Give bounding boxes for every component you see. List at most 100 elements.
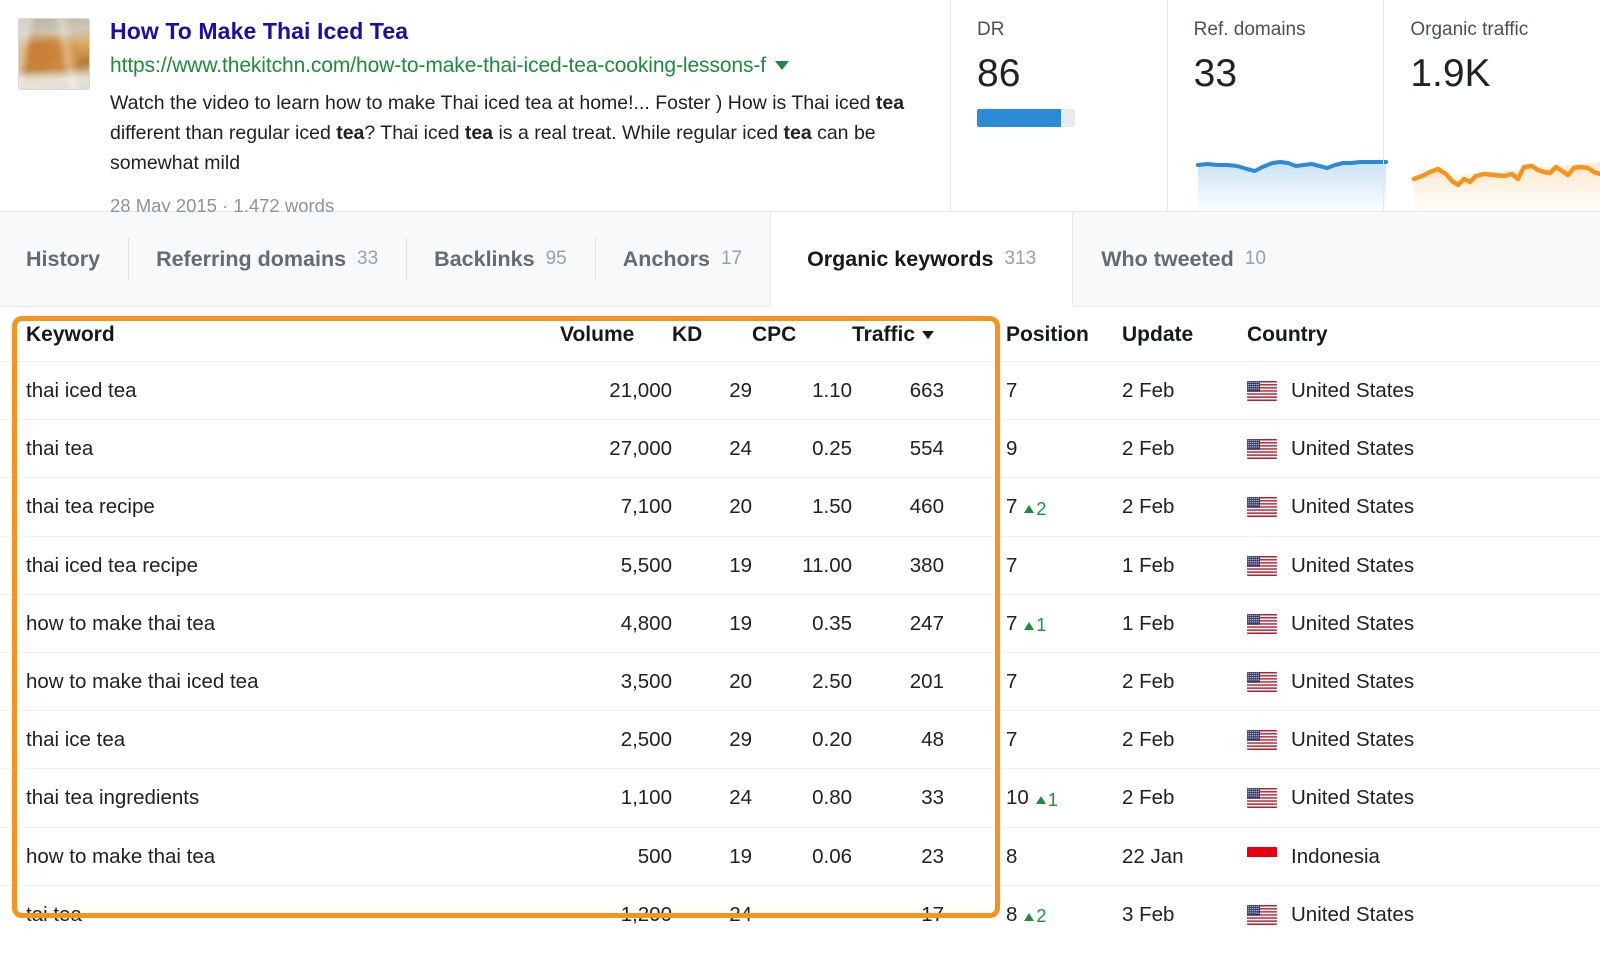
cell-volume: 27,000	[560, 419, 672, 478]
cell-keyword[interactable]: how to make thai tea	[0, 827, 560, 886]
column-header-keyword[interactable]: Keyword	[0, 307, 560, 362]
cell-keyword[interactable]: tai tea	[0, 885, 560, 943]
metric-ref-domains-label: Ref. domains	[1193, 19, 1306, 40]
cell-country: United States	[1247, 477, 1600, 537]
position-delta-value: 1	[1036, 615, 1047, 635]
cell-cpc: 0.20	[752, 710, 852, 769]
tab-organic-keywords[interactable]: Organic keywords 313	[770, 212, 1074, 307]
table-row[interactable]: tai tea 1,200 24 — 17 8 2 3 Feb United States	[0, 885, 1600, 943]
column-header-position[interactable]: Position	[984, 307, 1122, 362]
table-row[interactable]: thai tea 27,000 24 0.25 554 9 2 Feb United Stat…	[0, 419, 1600, 478]
country-cell: United States	[1247, 554, 1600, 578]
cell-traffic: 201	[852, 652, 962, 711]
cell-volume: 1,200	[620, 902, 672, 926]
country-name: United States	[1291, 728, 1415, 751]
cell-cpc: 1.50	[752, 477, 852, 537]
position-delta-value: 1	[1047, 789, 1058, 810]
cell-kd: 29	[672, 710, 752, 769]
arrow-up-icon	[1024, 505, 1035, 513]
cell-volume: 21,000	[560, 361, 672, 420]
table-row[interactable]: how to make thai iced tea 3,500 20 2.50 201 7…	[0, 652, 1600, 711]
metric-dr: DR 86	[950, 0, 1167, 211]
cell-update: 2 Feb	[1122, 477, 1247, 537]
position-delta: 2	[1024, 906, 1046, 927]
table-row[interactable]: how to make thai tea 500 19 0.06 23 8 22 Jan In…	[0, 827, 1600, 886]
cell-keyword[interactable]: thai tea ingredients	[0, 768, 560, 828]
column-header-kd[interactable]: KD	[672, 307, 752, 362]
position-value: 8	[1006, 844, 1018, 868]
country-name: United States	[1291, 437, 1415, 460]
cell-keyword[interactable]: how to make thai tea	[0, 594, 560, 653]
cell-update: 3 Feb	[1122, 902, 1175, 926]
tab-who-tweeted[interactable]: Who tweeted 10	[1073, 212, 1294, 306]
column-header-traffic[interactable]: Traffic	[852, 307, 962, 362]
cell-keyword[interactable]: thai ice tea	[0, 710, 560, 769]
column-header-country[interactable]: Country	[1247, 307, 1600, 362]
cell-position: 8	[984, 827, 1122, 886]
table-row[interactable]: thai iced tea 21,000 29 1.10 663 7 2 Feb United…	[0, 361, 1600, 420]
tab-label: History	[26, 246, 101, 271]
table-row[interactable]: thai iced tea recipe 5,500 19 11.00 380 7 1 Fe…	[0, 536, 1600, 595]
cell-update: 22 Jan	[1122, 827, 1247, 886]
cell-keyword[interactable]: thai tea	[0, 419, 560, 478]
cell-cpc: 0.06	[752, 827, 852, 886]
country-cell: United States	[1247, 670, 1600, 694]
cell-kd: 24	[729, 902, 752, 926]
cell-traffic: 33	[852, 768, 962, 828]
cell-position: 7	[984, 361, 1122, 420]
tab-referring-domains[interactable]: Referring domains 33	[128, 212, 406, 306]
tab-backlinks[interactable]: Backlinks 95	[406, 212, 595, 306]
metric-organic-traffic: Organic traffic 1.9K	[1383, 0, 1600, 211]
cell-gap	[962, 419, 984, 478]
country-name: Indonesia	[1291, 844, 1380, 868]
column-header-volume[interactable]: Volume	[560, 307, 672, 362]
chevron-down-icon[interactable]	[775, 61, 790, 70]
cell-gap	[962, 710, 984, 769]
organic-keywords-table: Keyword Volume KD CPC Traffic Position U…	[0, 307, 1600, 943]
snippet-highlight: tea	[336, 122, 365, 144]
tab-count: 10	[1244, 248, 1266, 269]
column-header-cpc[interactable]: CPC	[752, 307, 852, 362]
table-row[interactable]: thai tea recipe 7,100 20 1.50 460 7 2 2 Feb Unit…	[0, 477, 1600, 537]
cell-keyword[interactable]: thai iced tea recipe	[0, 536, 560, 595]
position-value: 10	[1006, 786, 1029, 809]
cell-kd: 29	[672, 361, 752, 420]
cell-keyword[interactable]: thai tea recipe	[0, 477, 560, 537]
column-header-traffic-label: Traffic	[852, 323, 916, 346]
cell-position: 82	[984, 885, 1122, 943]
cell-keyword[interactable]: thai iced tea	[0, 361, 560, 420]
sort-desc-icon[interactable]	[922, 331, 935, 339]
position-value: 7	[1006, 379, 1018, 402]
cell-position: 71	[984, 594, 1122, 653]
snippet-text: different than regular iced	[110, 122, 337, 144]
cell-kd: 24	[672, 419, 752, 478]
cell-traffic: 247	[852, 594, 962, 653]
cell-keyword[interactable]: how to make thai iced tea	[0, 652, 560, 711]
cell-position: 10 1	[984, 768, 1122, 828]
table-row[interactable]: thai tea ingredients 1,100 24 0.80 33 10 1 2 Fe…	[0, 768, 1600, 828]
tab-history[interactable]: History	[0, 212, 128, 306]
table-row[interactable]: thai ice tea 2,500 29 0.20 48 7 2 Feb United St…	[0, 710, 1600, 769]
cell-kd: 19	[672, 827, 752, 886]
result-url-row[interactable]: https://www.thekitchn.com/how-to-make-th…	[110, 52, 910, 79]
snippet-highlight: tea	[464, 122, 494, 144]
country-cell: United States	[1247, 379, 1600, 403]
cell-volume: 500	[560, 827, 672, 886]
cell-cpc: —	[831, 902, 853, 926]
column-gap	[962, 307, 984, 362]
column-header-update[interactable]: Update	[1122, 307, 1247, 362]
cell-update: 1 Feb	[1122, 536, 1247, 595]
cell-update: 1 Feb	[1122, 594, 1247, 653]
section-tabbar[interactable]: History Referring domains 33 Backlinks 95 Anc…	[0, 212, 1600, 307]
cell-update: 2 Feb	[1122, 710, 1247, 769]
cell-traffic: 17	[921, 902, 944, 926]
cell-country: United States	[1247, 885, 1600, 943]
result-title-link[interactable]: How To Make Thai Iced Tea	[110, 16, 910, 46]
table-row[interactable]: how to make thai tea 4,800 19 0.35 247 7 1 1 Fe…	[0, 594, 1600, 653]
result-url[interactable]: https://www.thekitchn.com/how-to-make-th…	[110, 52, 766, 79]
tab-count: 95	[545, 248, 567, 269]
cell-gap	[962, 885, 984, 943]
arrow-up-icon	[1024, 621, 1035, 630]
tab-anchors[interactable]: Anchors 17	[594, 212, 770, 306]
country-name: United States	[1291, 611, 1415, 635]
